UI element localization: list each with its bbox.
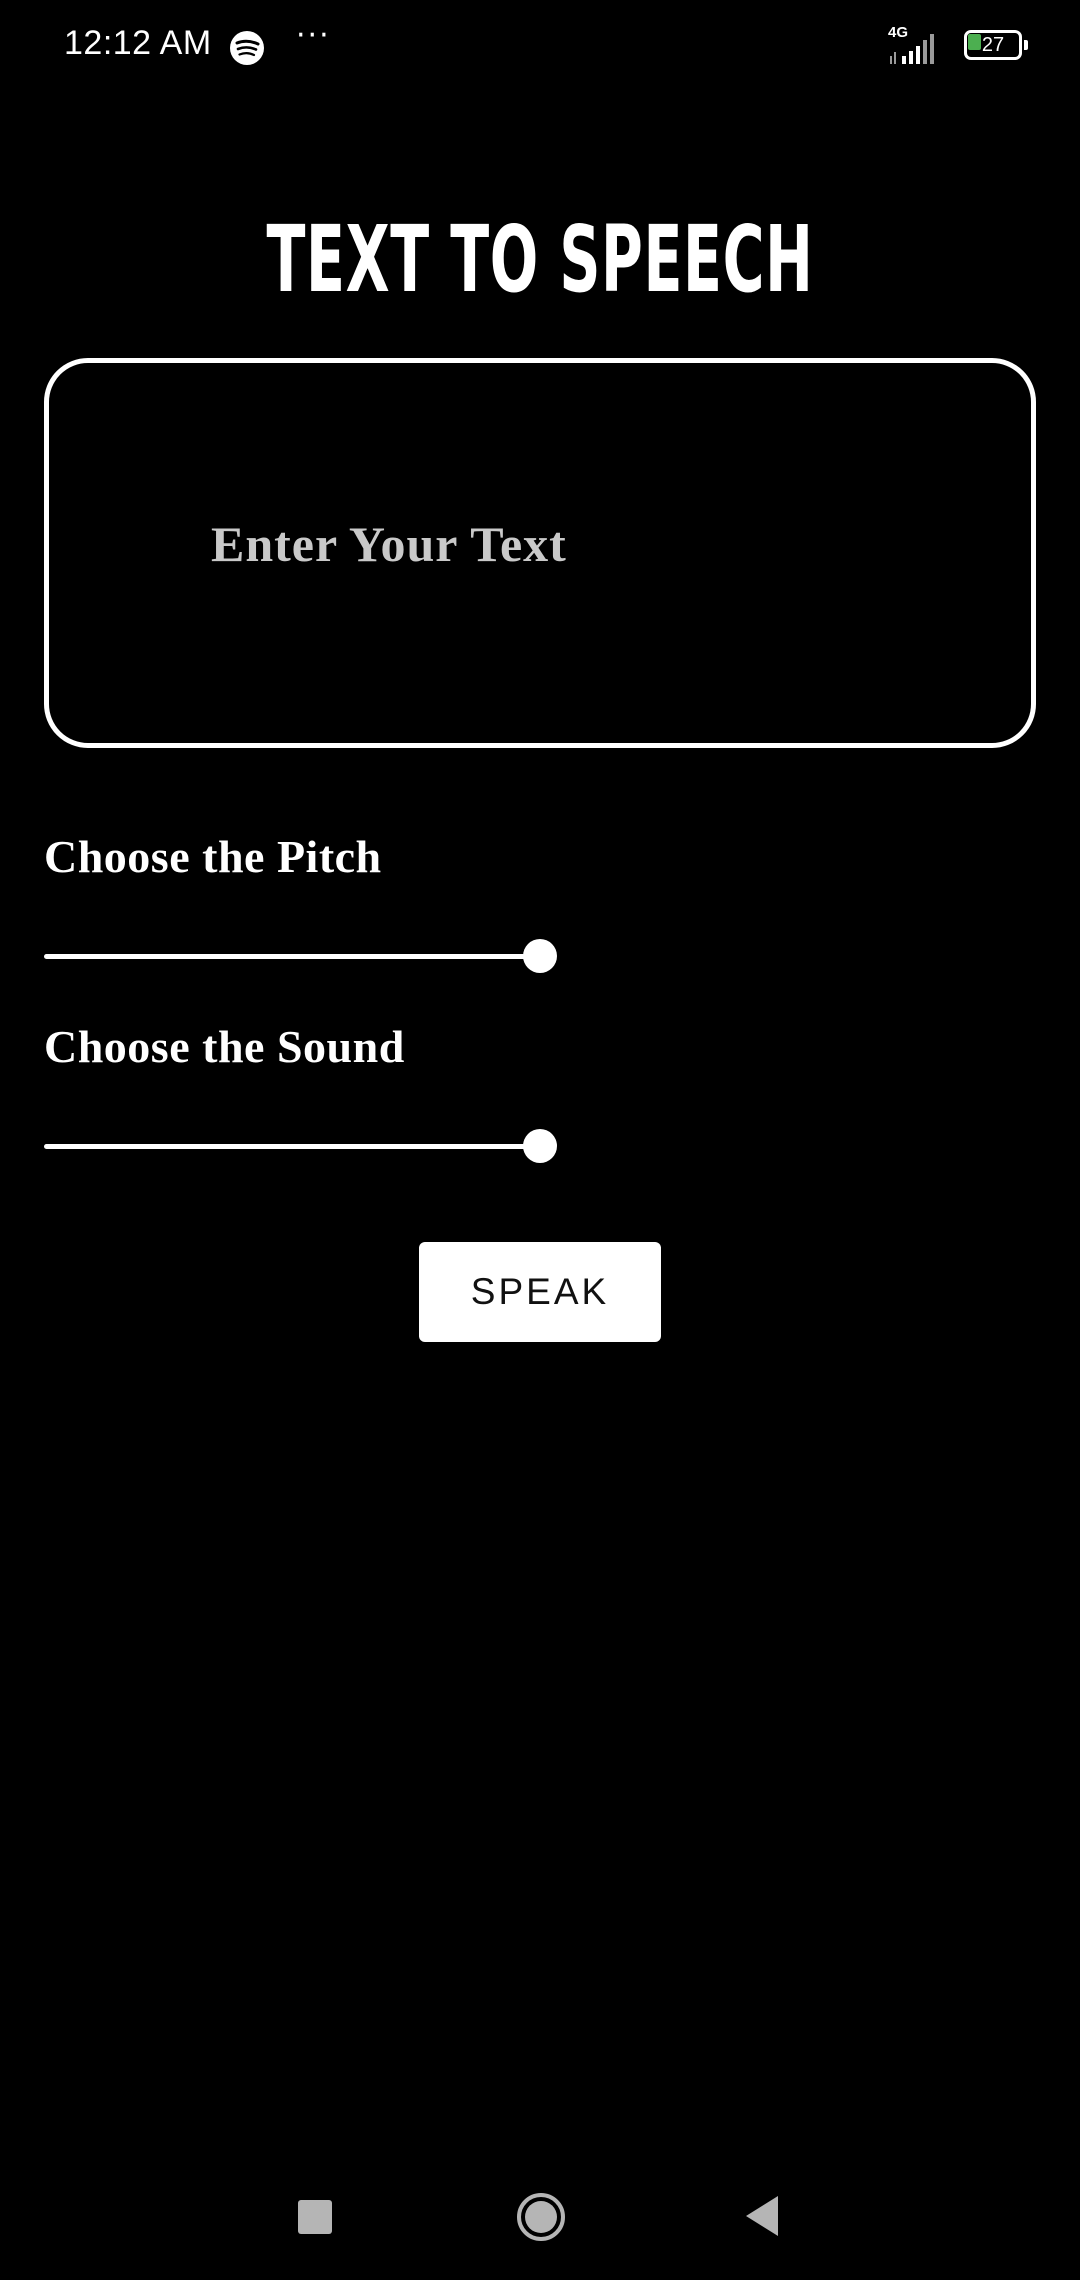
text-input-field[interactable]: Enter Your Text <box>44 358 1036 748</box>
home-icon[interactable] <box>516 2192 566 2242</box>
pitch-slider-track <box>44 954 540 959</box>
navigation-bar <box>0 2160 1080 2270</box>
back-icon[interactable] <box>744 2194 780 2238</box>
pitch-label: Choose the Pitch <box>44 831 382 882</box>
page-title: TEXT TO SPEECH <box>266 206 814 313</box>
sound-slider[interactable] <box>44 1126 560 1166</box>
spotify-icon <box>230 31 264 65</box>
speak-button[interactable]: SPEAK <box>419 1242 661 1342</box>
signal-icon: 4G <box>888 24 952 64</box>
sound-label: Choose the Sound <box>44 1021 405 1072</box>
pitch-slider-thumb[interactable] <box>523 939 557 973</box>
status-time: 12:12 AM <box>64 24 212 62</box>
battery-icon: 27 <box>964 30 1028 64</box>
more-notifications-icon: ··· <box>296 18 331 53</box>
status-bar: 12:12 AM ··· 4G 27 <box>0 0 1080 96</box>
battery-level: 27 <box>981 34 1005 56</box>
recent-apps-icon[interactable] <box>298 2200 332 2234</box>
pitch-slider[interactable] <box>44 936 560 976</box>
sound-slider-track <box>44 1144 540 1149</box>
text-input-placeholder: Enter Your Text <box>211 516 567 572</box>
sound-slider-thumb[interactable] <box>523 1129 557 1163</box>
